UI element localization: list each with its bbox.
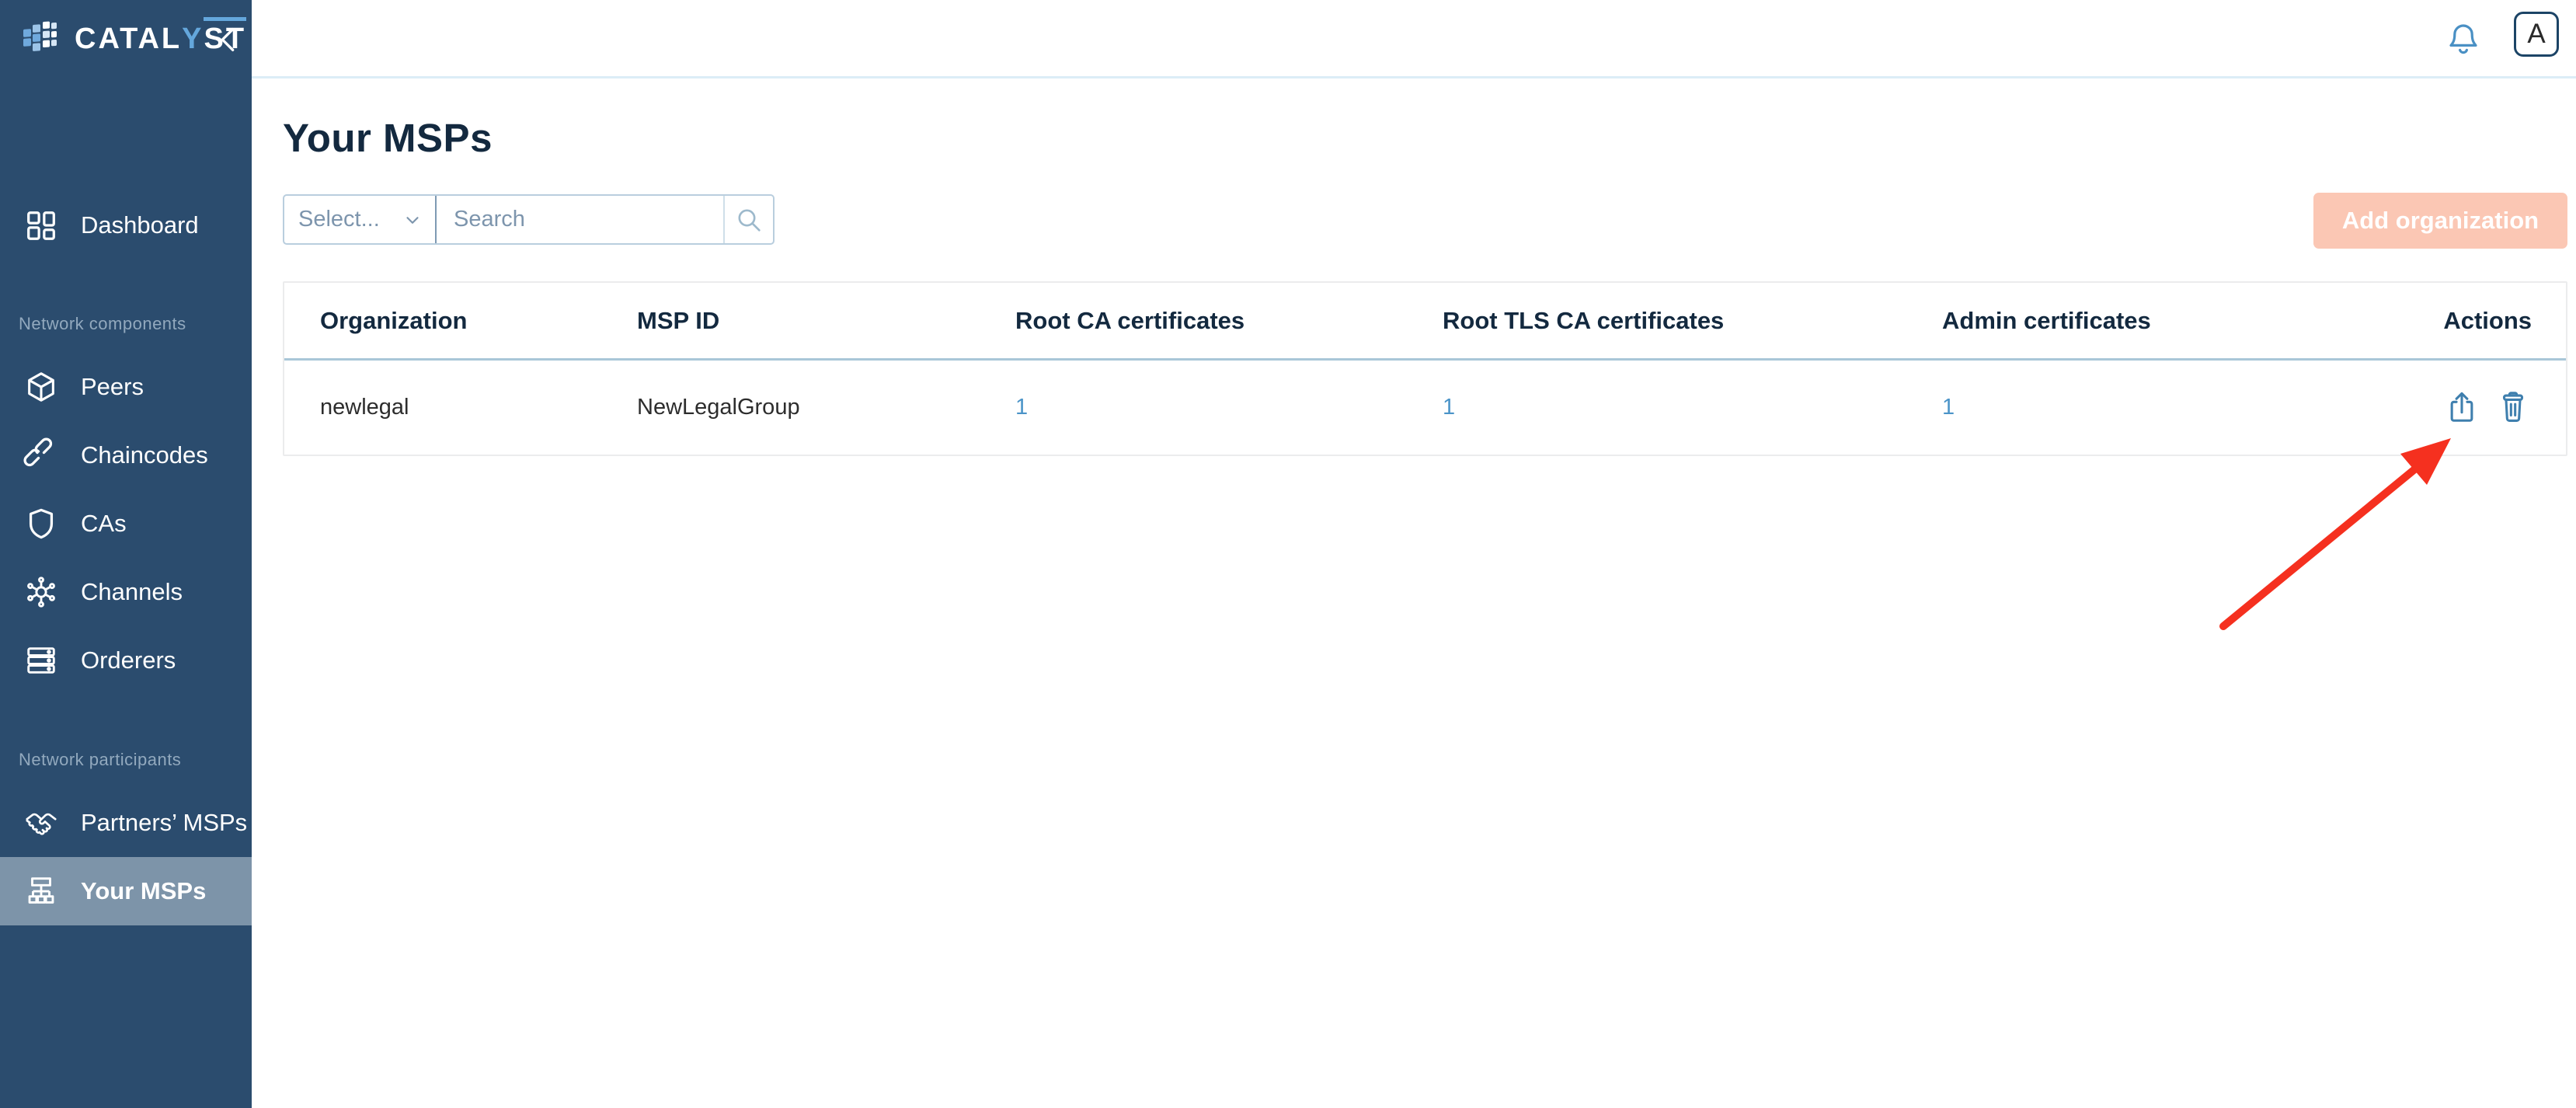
column-header-organization: Organization [320, 307, 637, 335]
sidebar-item-label: Chaincodes [81, 441, 208, 469]
filter-select-value: Select... [298, 207, 380, 232]
sidebar-item-label: Peers [81, 373, 144, 401]
msp-table: Organization MSP ID Root CA certificates… [283, 281, 2567, 456]
export-msp-button[interactable] [2443, 388, 2480, 428]
column-header-root-ca-certificates: Root CA certificates [1015, 307, 1443, 335]
cell-admin-certificates-link[interactable]: 1 [1942, 395, 2424, 420]
server-stack-icon [23, 643, 59, 678]
sidebar-item-peers[interactable]: Peers [0, 353, 252, 421]
table-header-row: Organization MSP ID Root CA certificates… [284, 283, 2566, 361]
handshake-icon [23, 805, 59, 841]
cell-msp-id: NewLegalGroup [637, 395, 1015, 420]
sidebar-item-label: Your MSPs [81, 877, 206, 905]
table-row: newlegal NewLegalGroup 1 1 1 [284, 361, 2566, 455]
bell-icon [2445, 19, 2482, 59]
filter-group: Select... [283, 194, 775, 245]
column-header-actions: Actions [2443, 307, 2532, 335]
sidebar-item-dashboard[interactable]: Dashboard [0, 191, 252, 260]
hierarchy-icon [23, 873, 59, 909]
chevron-left-icon [216, 24, 239, 55]
sidebar: CATALYST Dashboard Network components Pe… [0, 0, 252, 1108]
sidebar-item-label: Orderers [81, 646, 176, 674]
search-button[interactable] [723, 196, 773, 243]
network-hub-icon [23, 574, 59, 610]
brand-logo: CATALYST [22, 19, 246, 59]
cube-icon [23, 369, 59, 405]
main-content: Your MSPs Select... Add organization Org… [252, 81, 2576, 1108]
sidebar-item-label: Channels [81, 578, 183, 606]
brand-logo-icon [22, 19, 62, 59]
sidebar-item-label: Dashboard [81, 211, 199, 239]
chain-link-icon [23, 437, 59, 473]
cell-organization: newlegal [320, 395, 637, 420]
brand-name-accent: Y [182, 23, 204, 56]
sidebar-item-cas[interactable]: CAs [0, 490, 252, 558]
search-input[interactable] [437, 196, 723, 243]
trash-icon [2495, 388, 2531, 427]
sidebar-collapse-button[interactable] [214, 22, 241, 57]
sidebar-item-channels[interactable]: Channels [0, 558, 252, 626]
sidebar-item-label: CAs [81, 510, 127, 538]
sidebar-section-network-components: Network components [19, 314, 186, 334]
chevron-down-icon [402, 210, 423, 230]
avatar-letter: A [2527, 19, 2545, 50]
brand-name-pre: CATAL [75, 23, 182, 56]
delete-msp-button[interactable] [2494, 388, 2532, 428]
column-header-admin-certificates: Admin certificates [1942, 307, 2424, 335]
sidebar-item-orderers[interactable]: Orderers [0, 626, 252, 695]
cell-root-tls-ca-certificates-link[interactable]: 1 [1443, 395, 1942, 420]
export-icon [2444, 388, 2480, 427]
column-header-msp-id: MSP ID [637, 307, 1015, 335]
sidebar-item-your-msps[interactable]: Your MSPs [0, 857, 252, 925]
avatar[interactable]: A [2514, 12, 2559, 57]
filter-select[interactable]: Select... [284, 196, 437, 243]
sidebar-item-label: Partners’ MSPs [81, 809, 247, 837]
add-organization-button[interactable]: Add organization [2313, 193, 2567, 249]
cell-root-ca-certificates-link[interactable]: 1 [1015, 395, 1443, 420]
sidebar-section-network-participants: Network participants [19, 750, 181, 770]
sidebar-item-chaincodes[interactable]: Chaincodes [0, 421, 252, 490]
search-icon [733, 204, 764, 235]
column-header-root-tls-ca-certificates: Root TLS CA certificates [1443, 307, 1942, 335]
page-title: Your MSPs [283, 115, 493, 161]
dashboard-icon [23, 207, 59, 243]
shield-icon [23, 506, 59, 542]
cell-actions [2443, 388, 2532, 428]
topbar: A [252, 0, 2576, 78]
notifications-button[interactable] [2445, 19, 2482, 59]
sidebar-item-partners-msps[interactable]: Partners’ MSPs [0, 789, 252, 857]
